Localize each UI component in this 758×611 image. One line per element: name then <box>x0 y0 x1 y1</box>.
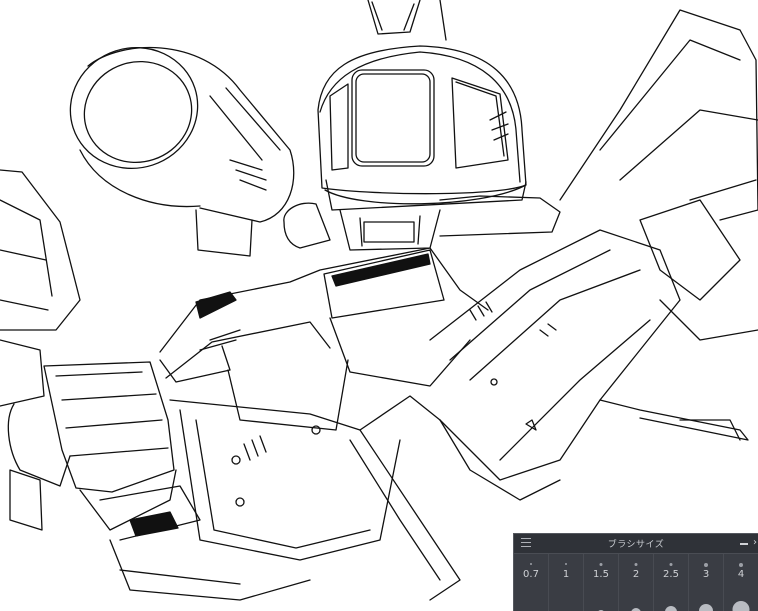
brush-size-option-4[interactable]: 4 <box>724 554 758 611</box>
mecha-sketch-artwork <box>0 0 758 601</box>
brush-size-option-0-7[interactable]: 0.7 <box>514 554 549 611</box>
brush-size-option-2-5[interactable]: 2.5 <box>654 554 689 611</box>
brush-preview-dot <box>669 563 673 566</box>
brush-size-label: 0.7 <box>523 569 539 580</box>
brush-size-label: 2 <box>632 569 640 580</box>
minimize-icon[interactable] <box>740 543 748 545</box>
brush-size-label: 1 <box>562 569 570 580</box>
brush-size-label: 3 <box>702 569 710 580</box>
brush-size-option-1-5[interactable]: 1.5 <box>584 554 619 611</box>
brush-size-label: 1.5 <box>593 569 609 580</box>
brush-preview-dot <box>634 563 638 566</box>
brush-size-label: 2.5 <box>663 569 679 580</box>
brush-preview-dot <box>739 563 743 567</box>
brush-size-panel-titlebar[interactable]: ブラシサイズ › <box>514 534 758 554</box>
close-icon[interactable]: › <box>753 538 757 548</box>
brush-size-list: 0.7 1 1.5 2 2.5 3 4 <box>514 554 758 611</box>
brush-preview-dot <box>565 563 567 565</box>
panel-title: ブラシサイズ <box>607 540 665 550</box>
brush-preview-dot <box>732 601 750 611</box>
brush-size-option-2[interactable]: 2 <box>619 554 654 611</box>
brush-preview-dot <box>599 563 603 566</box>
brush-preview-dot <box>704 563 708 567</box>
brush-preview-dot <box>699 604 713 611</box>
brush-size-label: 4 <box>737 569 745 580</box>
brush-preview-dot <box>665 606 677 611</box>
drawing-canvas[interactable]: ブラシサイズ › 0.7 1 1.5 2 2.5 3 4 <box>0 0 758 611</box>
brush-size-panel: ブラシサイズ › 0.7 1 1.5 2 2.5 3 4 <box>513 533 758 611</box>
brush-size-option-1[interactable]: 1 <box>549 554 584 611</box>
brush-size-option-3[interactable]: 3 <box>689 554 724 611</box>
brush-preview-dot <box>530 563 532 565</box>
